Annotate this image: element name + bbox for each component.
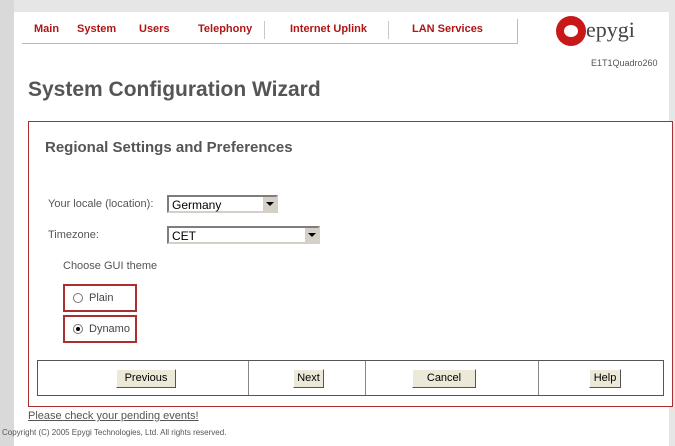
button-separator — [538, 361, 539, 395]
locale-label: Your locale (location): — [48, 198, 154, 210]
radio-plain[interactable] — [73, 293, 83, 303]
locale-value: Germany — [172, 198, 222, 212]
wizard-panel: Regional Settings and Preferences Your l… — [28, 121, 673, 407]
chevron-down-icon — [304, 228, 318, 242]
nav-separator — [388, 21, 389, 39]
nav-item-lan-services[interactable]: LAN Services — [412, 23, 483, 35]
theme-option-plain[interactable]: Plain — [63, 284, 137, 312]
nav-item-users[interactable]: Users — [139, 23, 170, 35]
theme-label: Choose GUI theme — [63, 260, 158, 272]
radio-dynamo[interactable] — [73, 324, 83, 334]
chevron-down-icon — [262, 197, 276, 211]
copyright-text: Copyright (C) 2005 Epygi Technologies, L… — [2, 428, 227, 437]
button-separator — [365, 361, 366, 395]
section-title: Regional Settings and Preferences — [45, 139, 293, 156]
logo-mark-icon — [556, 16, 586, 46]
previous-button[interactable]: Previous — [116, 369, 176, 388]
timezone-value: CET — [172, 229, 196, 243]
main-nav: Main System Users Telephony Internet Upl… — [22, 19, 518, 44]
window-frame-top — [0, 0, 675, 12]
nav-item-main[interactable]: Main — [34, 23, 59, 35]
radio-plain-label: Plain — [89, 292, 114, 304]
nav-separator — [264, 21, 265, 39]
pending-events-link[interactable]: Please check your pending events! — [28, 410, 199, 422]
theme-option-dynamo[interactable]: Dynamo — [63, 315, 137, 343]
window-frame-left — [0, 0, 14, 446]
next-button[interactable]: Next — [293, 369, 324, 388]
logo-wordmark: epygi — [586, 17, 635, 42]
button-separator — [248, 361, 249, 395]
nav-item-telephony[interactable]: Telephony — [198, 23, 252, 35]
cancel-button[interactable]: Cancel — [412, 369, 476, 388]
help-button[interactable]: Help — [589, 369, 621, 388]
radio-dynamo-label: Dynamo — [89, 323, 130, 335]
epygi-logo: epygi — [556, 16, 670, 56]
timezone-label: Timezone: — [48, 229, 99, 241]
page-title: System Configuration Wizard — [28, 78, 321, 101]
locale-select[interactable]: Germany — [167, 195, 278, 213]
timezone-select[interactable]: CET — [167, 226, 320, 244]
button-bar: Previous Next Cancel Help — [37, 360, 664, 396]
nav-item-internet-uplink[interactable]: Internet Uplink — [290, 23, 367, 35]
device-model: E1T1Quadro260 — [591, 58, 658, 68]
nav-item-system[interactable]: System — [77, 23, 116, 35]
